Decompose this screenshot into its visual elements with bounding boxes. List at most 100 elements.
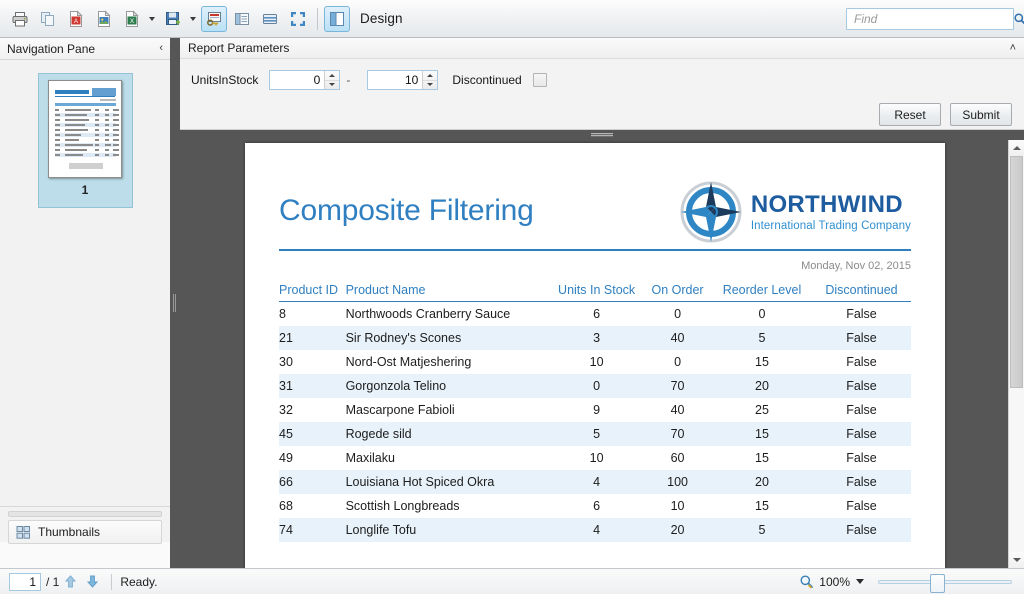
collapse-left-icon[interactable]: ‹ [159, 43, 163, 54]
cell-product-name: Louisiana Hot Spiced Okra [345, 470, 551, 494]
scroll-up-arrow-icon[interactable] [1009, 140, 1024, 156]
cell-discontinued: False [846, 403, 877, 417]
status-text: Ready. [120, 574, 158, 589]
status-bar: 1 / 1 Ready. 100% [0, 568, 1024, 594]
cell-on-order: 70 [643, 422, 712, 446]
table-row: 45 Rogede sild 5 70 15 False [279, 422, 911, 446]
page-setup-icon[interactable] [257, 6, 283, 32]
zoom-controls: 100% [799, 573, 1024, 593]
export-image-icon[interactable] [91, 6, 117, 32]
spin-down-icon[interactable] [423, 81, 437, 90]
cell-product-id: 66 [279, 470, 346, 494]
cell-on-order: 40 [643, 326, 712, 350]
units-in-stock-min-stepper[interactable] [269, 70, 341, 90]
table-row: 74 Longlife Tofu 4 20 5 False [279, 518, 911, 542]
export-pdf-icon[interactable]: A [63, 6, 89, 32]
search-input[interactable] [847, 8, 1013, 29]
save-dropdown-caret-icon[interactable] [187, 6, 199, 32]
thumbnails-button[interactable]: Thumbnails [8, 520, 162, 544]
cell-on-order: 0 [674, 355, 682, 369]
previous-page-icon[interactable] [59, 572, 81, 592]
discontinued-checkbox[interactable] [532, 73, 547, 87]
search-icon[interactable] [1013, 9, 1024, 29]
page-total-label: / 1 [46, 574, 60, 589]
zoom-level-label[interactable]: 100% [819, 575, 850, 589]
cell-product-name: Sir Rodney's Scones [345, 326, 551, 350]
units-max-spin-buttons[interactable] [422, 71, 438, 90]
chevron-up-icon[interactable]: ˄ [1010, 42, 1016, 54]
cell-discontinued: False [846, 355, 877, 369]
cell-discontinued: False [811, 374, 911, 398]
report-parameters-title: Report Parameters [188, 41, 290, 55]
next-page-icon[interactable] [81, 572, 103, 592]
table-row: 21 Sir Rodney's Scones 3 40 5 False [279, 326, 911, 350]
cell-product-id: 8 [279, 307, 286, 321]
document-viewport: Composite Filtering NORTHWIND Internatio… [180, 140, 1024, 568]
units-in-stock-max-stepper[interactable] [367, 70, 439, 90]
zoom-icon[interactable] [799, 574, 814, 589]
thumbnails-icon [16, 525, 31, 540]
splitter-grip [591, 133, 613, 137]
zoom-slider-handle[interactable] [930, 573, 945, 593]
navigation-pane-footer: Thumbnails [0, 506, 170, 544]
horizontal-splitter[interactable] [180, 130, 1024, 140]
table-row: 31 Gorgonzola Telino 0 70 20 False [279, 374, 911, 398]
cell-reorder-level: 5 [711, 326, 812, 350]
cell-units-in-stock: 6 [593, 307, 601, 321]
scrollbar-track[interactable] [1009, 156, 1024, 552]
cell-on-order: 100 [643, 470, 712, 494]
find-box[interactable] [846, 7, 1024, 30]
zoom-slider[interactable] [878, 573, 1012, 593]
export-excel-dropdown-caret-icon[interactable] [146, 6, 158, 32]
report-parameters-icon[interactable] [201, 5, 227, 32]
cell-units-in-stock: 5 [550, 422, 644, 446]
splitter-grip [173, 294, 177, 312]
document-map-icon[interactable] [229, 6, 255, 32]
range-separator: - [346, 73, 351, 87]
print-icon[interactable] [7, 6, 33, 32]
scrollbar-thumb[interactable] [1010, 156, 1023, 388]
document-vertical-scrollbar[interactable] [1008, 140, 1024, 568]
copy-icon[interactable] [35, 6, 61, 32]
logo-company-name: NORTHWIND [750, 190, 903, 218]
title-underline [279, 249, 911, 251]
column-header-discontinued: Discontinued [811, 281, 911, 302]
parameters-row: UnitsInStock - Discontinued [180, 59, 1024, 101]
vertical-splitter[interactable] [170, 38, 180, 568]
spin-down-icon[interactable] [325, 81, 339, 90]
chevron-down-icon[interactable] [856, 579, 864, 584]
cell-units-in-stock: 10 [589, 451, 604, 465]
table-row: 30 Nord-Ost Matjeshering 10 0 15 False [279, 350, 911, 374]
cell-product-id: 49 [279, 451, 293, 465]
cell-product-name: Gorgonzola Telino [345, 374, 551, 398]
units-in-stock-min-input[interactable] [270, 71, 325, 89]
svg-text:A: A [74, 19, 78, 25]
cell-product-name: Nord-Ost Matjeshering [345, 355, 472, 369]
navigation-pane-header: Navigation Pane ‹ [0, 38, 170, 60]
pane-resize-grip[interactable] [8, 511, 162, 517]
design-panel-icon[interactable] [324, 5, 350, 32]
fullscreen-icon[interactable] [285, 6, 311, 32]
reset-button[interactable]: Reset [879, 103, 941, 126]
current-page-input[interactable]: 1 [9, 572, 41, 591]
cell-product-name: Scottish Longbreads [345, 499, 460, 513]
scroll-down-arrow-icon[interactable] [1009, 552, 1024, 568]
cell-reorder-level: 15 [755, 499, 769, 513]
cell-discontinued: False [811, 326, 911, 350]
spin-up-icon[interactable] [423, 71, 438, 81]
cell-on-order: 60 [670, 451, 685, 465]
export-excel-icon[interactable]: X [119, 6, 145, 32]
column-header-on-order: On Order [643, 281, 712, 302]
cell-reorder-level: 20 [711, 374, 812, 398]
discontinued-label: Discontinued [452, 73, 522, 87]
report-parameters-panel: Report Parameters ˄ UnitsInStock - [180, 38, 1024, 130]
units-in-stock-max-input[interactable] [368, 71, 423, 89]
spin-up-icon[interactable] [325, 71, 340, 81]
compass-rose-icon [680, 181, 742, 243]
units-min-spin-buttons[interactable] [324, 71, 340, 90]
submit-button[interactable]: Submit [950, 103, 1012, 126]
table-row: 66 Louisiana Hot Spiced Okra 4 100 20 False [279, 470, 911, 494]
save-icon[interactable] [160, 6, 186, 32]
toolbar-separator [317, 7, 318, 30]
thumbnail-item-page-1[interactable]: 1 [37, 73, 133, 208]
